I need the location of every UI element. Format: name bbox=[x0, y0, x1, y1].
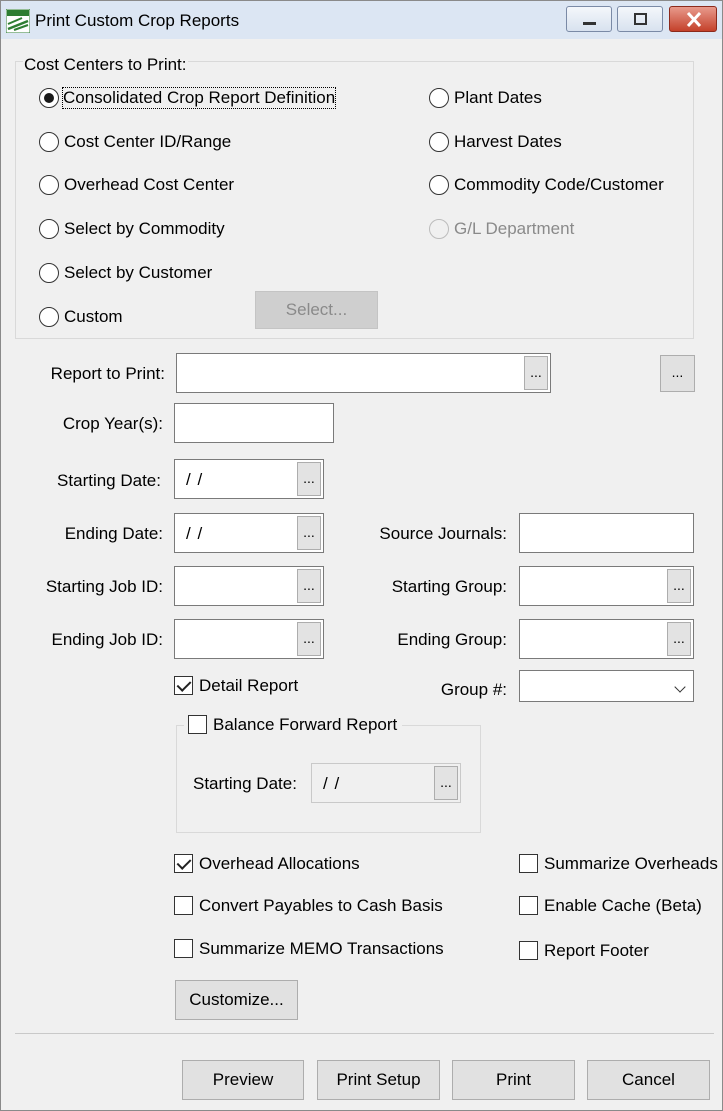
radio-harvest-dates[interactable] bbox=[429, 132, 449, 152]
radio-label-harvest-dates[interactable]: Harvest Dates bbox=[454, 132, 562, 152]
footer-separator bbox=[15, 1033, 714, 1034]
group-number-select[interactable] bbox=[519, 670, 694, 702]
select-button: Select... bbox=[255, 291, 378, 329]
ending-job-id-lookup-button[interactable]: ... bbox=[297, 622, 321, 656]
customize-button[interactable]: Customize... bbox=[175, 980, 298, 1020]
bf-starting-date-label: Starting Date: bbox=[193, 774, 297, 793]
starting-date-picker-button[interactable]: ... bbox=[297, 462, 321, 496]
summarize-memo-label[interactable]: Summarize MEMO Transactions bbox=[199, 939, 444, 959]
starting-group-lookup-button[interactable]: ... bbox=[667, 569, 691, 603]
starting-job-id-lookup-button[interactable]: ... bbox=[297, 569, 321, 603]
chevron-down-icon bbox=[674, 681, 686, 693]
convert-payables-label[interactable]: Convert Payables to Cash Basis bbox=[199, 896, 443, 916]
ending-date-picker-button[interactable]: ... bbox=[297, 516, 321, 550]
cancel-button[interactable]: Cancel bbox=[587, 1060, 710, 1100]
minimize-button[interactable] bbox=[566, 6, 612, 32]
ending-job-id-input[interactable]: ... bbox=[174, 619, 324, 659]
ending-group-label: Ending Group: bbox=[397, 630, 507, 649]
title-bar[interactable]: Print Custom Crop Reports bbox=[1, 1, 722, 39]
detail-report-checkbox[interactable] bbox=[174, 676, 193, 695]
starting-date-label: Starting Date: bbox=[57, 471, 161, 490]
radio-cost-center-range[interactable] bbox=[39, 132, 59, 152]
enable-cache-checkbox[interactable] bbox=[519, 896, 538, 915]
app-icon bbox=[6, 9, 30, 33]
starting-group-label: Starting Group: bbox=[391, 577, 507, 596]
starting-group-input[interactable]: ... bbox=[519, 566, 694, 606]
cost-centers-legend: Cost Centers to Print: bbox=[23, 55, 188, 75]
summarize-overheads-checkbox[interactable] bbox=[519, 854, 538, 873]
window-title: Print Custom Crop Reports bbox=[35, 11, 240, 30]
radio-label-commodity-code-customer[interactable]: Commodity Code/Customer bbox=[454, 175, 664, 195]
detail-report-label[interactable]: Detail Report bbox=[199, 676, 298, 696]
radio-overhead-cost-center[interactable] bbox=[39, 175, 59, 195]
radio-plant-dates[interactable] bbox=[429, 88, 449, 108]
starting-job-id-label: Starting Job ID: bbox=[45, 577, 163, 596]
radio-label-overhead-cost-center[interactable]: Overhead Cost Center bbox=[64, 175, 234, 195]
balance-forward-label[interactable]: Balance Forward Report bbox=[213, 715, 397, 735]
ending-date-input[interactable]: / / ... bbox=[174, 513, 324, 553]
close-icon bbox=[686, 11, 702, 28]
maximize-button[interactable] bbox=[617, 6, 663, 32]
starting-job-id-input[interactable]: ... bbox=[174, 566, 324, 606]
group-number-label: Group #: bbox=[440, 680, 507, 699]
radio-label-plant-dates[interactable]: Plant Dates bbox=[454, 88, 542, 108]
radio-commodity-code-customer[interactable] bbox=[429, 175, 449, 195]
starting-date-input[interactable]: / / ... bbox=[174, 459, 324, 499]
preview-button[interactable]: Preview bbox=[182, 1060, 304, 1100]
report-to-print-ellipsis-button[interactable]: ... bbox=[524, 356, 548, 390]
crop-years-label: Crop Year(s): bbox=[62, 414, 163, 433]
report-footer-checkbox[interactable] bbox=[519, 941, 538, 960]
print-setup-button[interactable]: Print Setup bbox=[317, 1060, 440, 1100]
report-footer-label[interactable]: Report Footer bbox=[544, 941, 649, 961]
summarize-memo-checkbox[interactable] bbox=[174, 939, 193, 958]
radio-select-by-commodity[interactable] bbox=[39, 219, 59, 239]
minimize-icon bbox=[583, 22, 596, 25]
enable-cache-label[interactable]: Enable Cache (Beta) bbox=[544, 896, 702, 916]
ending-job-id-label: Ending Job ID: bbox=[51, 630, 163, 649]
radio-consolidated[interactable] bbox=[39, 88, 59, 108]
source-journals-input[interactable] bbox=[519, 513, 694, 553]
radio-label-custom[interactable]: Custom bbox=[64, 307, 123, 327]
radio-label-consolidated[interactable]: Consolidated Crop Report Definition bbox=[61, 87, 337, 109]
convert-payables-checkbox[interactable] bbox=[174, 896, 193, 915]
crop-years-input[interactable] bbox=[174, 403, 334, 443]
report-definition-ellipsis-button[interactable]: ... bbox=[660, 355, 695, 392]
source-journals-label: Source Journals: bbox=[379, 524, 507, 543]
report-to-print-label: Report to Print: bbox=[50, 364, 165, 383]
print-custom-crop-reports-window: Print Custom Crop Reports Cost Centers t… bbox=[0, 0, 723, 1111]
radio-label-gl-department: G/L Department bbox=[454, 219, 575, 238]
ending-group-input[interactable]: ... bbox=[519, 619, 694, 659]
print-button[interactable]: Print bbox=[452, 1060, 575, 1100]
ending-date-label: Ending Date: bbox=[64, 524, 163, 543]
radio-label-select-by-commodity[interactable]: Select by Commodity bbox=[64, 219, 225, 239]
radio-gl-department bbox=[429, 219, 449, 239]
summarize-overheads-label[interactable]: Summarize Overheads bbox=[544, 854, 722, 874]
radio-custom[interactable] bbox=[39, 307, 59, 327]
overhead-allocations-label[interactable]: Overhead Allocations bbox=[199, 854, 360, 874]
overhead-allocations-checkbox[interactable] bbox=[174, 854, 193, 873]
radio-label-cost-center-range[interactable]: Cost Center ID/Range bbox=[64, 132, 231, 152]
bf-starting-date-input: / / ... bbox=[311, 763, 461, 803]
radio-select-by-customer[interactable] bbox=[39, 263, 59, 283]
bf-starting-date-picker-button: ... bbox=[434, 766, 458, 800]
ending-group-lookup-button[interactable]: ... bbox=[667, 622, 691, 656]
balance-forward-checkbox[interactable] bbox=[188, 715, 207, 734]
maximize-icon bbox=[634, 13, 647, 25]
radio-label-select-by-customer[interactable]: Select by Customer bbox=[64, 263, 212, 283]
report-to-print-input[interactable]: ... bbox=[176, 353, 551, 393]
close-button[interactable] bbox=[669, 6, 717, 32]
